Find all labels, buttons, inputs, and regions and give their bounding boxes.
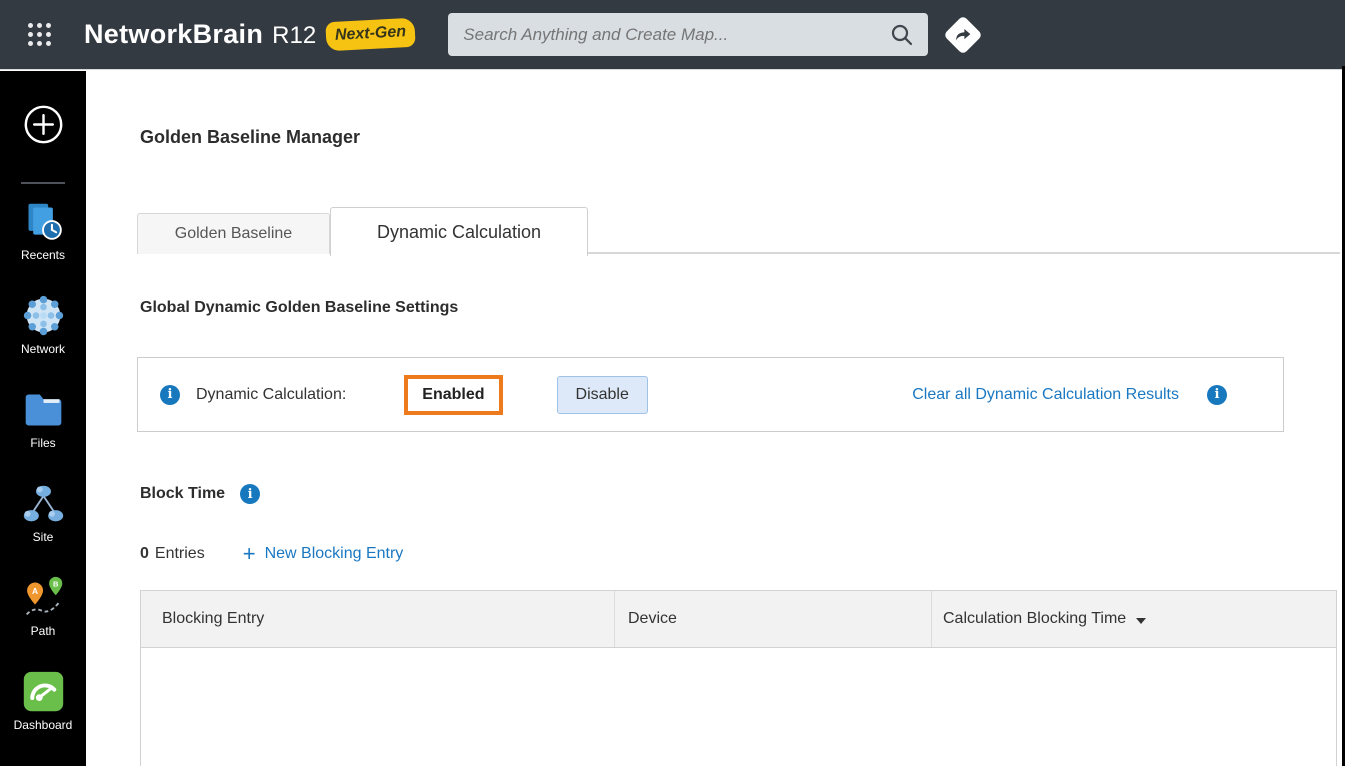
sidebar-item-files[interactable]: Files — [0, 387, 86, 450]
blocking-entries-table: Blocking Entry Device Calculation Blocki… — [140, 590, 1337, 766]
sort-descending-icon — [1136, 617, 1147, 624]
dynamic-calculation-settings-panel: i Dynamic Calculation: Enabled Disable C… — [137, 357, 1284, 432]
search-input[interactable] — [448, 24, 891, 45]
new-blocking-entry-label: New Blocking Entry — [264, 545, 404, 562]
sidebar-item-site[interactable]: Site — [0, 481, 86, 544]
tab-label: Dynamic Calculation — [376, 221, 542, 242]
sidebar-label: Dashboard — [13, 718, 73, 732]
entries-label: Entries — [154, 545, 205, 562]
tab-dynamic-calculation[interactable]: Dynamic Calculation — [330, 207, 588, 256]
network-globe-icon — [23, 295, 63, 336]
sidebar-divider — [21, 182, 65, 184]
sidebar-item-path[interactable]: A B Path — [0, 575, 86, 638]
entries-toolbar: 0 Entries + New Blocking Entry — [140, 541, 403, 567]
app-menu-icon[interactable] — [28, 23, 51, 46]
clear-results-group: Clear all Dynamic Calculation Results i — [912, 384, 1227, 405]
disable-button[interactable]: Disable — [556, 375, 648, 414]
info-icon[interactable]: i — [1207, 384, 1227, 405]
sidebar-item-dashboard[interactable]: Dashboard — [0, 669, 86, 732]
files-folder-icon — [25, 394, 61, 426]
create-new-button[interactable] — [23, 104, 64, 145]
new-blocking-entry-link[interactable]: + New Blocking Entry — [243, 541, 404, 567]
pin-a-letter: A — [32, 586, 38, 596]
brand-logo-text: NetworkBrain — [84, 19, 264, 49]
map-redirect-icon[interactable] — [943, 14, 984, 55]
sidebar-label: Site — [32, 530, 54, 544]
site-tree-icon — [23, 485, 63, 522]
enabled-status-highlight: Enabled — [404, 374, 503, 415]
next-gen-badge: Next-Gen — [325, 17, 416, 52]
sidebar-item-recents[interactable]: Recents — [0, 199, 86, 262]
settings-section-heading: Global Dynamic Golden Baseline Settings — [140, 299, 459, 316]
tab-strip: Golden Baseline Dynamic Calculation — [137, 207, 1340, 256]
sidebar-item-network[interactable]: Network — [0, 293, 86, 356]
search-icon[interactable] — [890, 23, 914, 47]
status-value: Enabled — [422, 385, 485, 403]
info-icon[interactable]: i — [240, 484, 261, 504]
column-header-blocking-entry: Blocking Entry — [141, 591, 614, 647]
column-label: Calculation Blocking Time — [943, 610, 1127, 627]
entries-count: 0 — [140, 545, 149, 562]
recents-icon — [28, 203, 62, 240]
clear-results-link[interactable]: Clear all Dynamic Calculation Results — [912, 386, 1179, 404]
share-arrow-icon — [956, 28, 971, 40]
dynamic-calculation-label: Dynamic Calculation: — [196, 385, 347, 403]
table-header-row: Blocking Entry Device Calculation Blocki… — [140, 590, 1337, 648]
page-title: Golden Baseline Manager — [140, 127, 361, 147]
pin-b-letter: B — [52, 579, 58, 588]
dashboard-gauge-icon — [23, 671, 63, 712]
sidebar-label: Files — [30, 436, 56, 450]
column-label: Device — [628, 610, 677, 627]
column-header-device: Device — [614, 591, 931, 647]
block-time-heading: Block Time — [140, 485, 226, 502]
main-content: Golden Baseline Manager Golden Baseline … — [86, 71, 1342, 766]
column-label: Blocking Entry — [162, 610, 265, 627]
top-bar: NetworkBrain R12 Next-Gen — [0, 0, 1345, 70]
info-icon[interactable]: i — [160, 384, 180, 405]
sidebar-label: Path — [30, 624, 56, 638]
sidebar-label: Network — [20, 342, 65, 356]
plus-icon: + — [242, 541, 256, 566]
column-header-calculation-blocking-time[interactable]: Calculation Blocking Time — [931, 591, 1336, 647]
brand-logo: NetworkBrain R12 — [84, 19, 316, 50]
block-time-section-header: Block Time i — [140, 484, 261, 504]
tab-label: Golden Baseline — [174, 225, 293, 242]
sidebar-label: Recents — [20, 248, 66, 262]
left-sidebar: Recents Network Files Site A B Path Dash… — [0, 71, 86, 766]
global-search — [448, 13, 929, 56]
tab-golden-baseline[interactable]: Golden Baseline — [137, 213, 330, 254]
brand-version: R12 — [272, 22, 317, 49]
path-pins-icon: A B — [25, 576, 62, 616]
table-body-empty — [140, 648, 1337, 766]
